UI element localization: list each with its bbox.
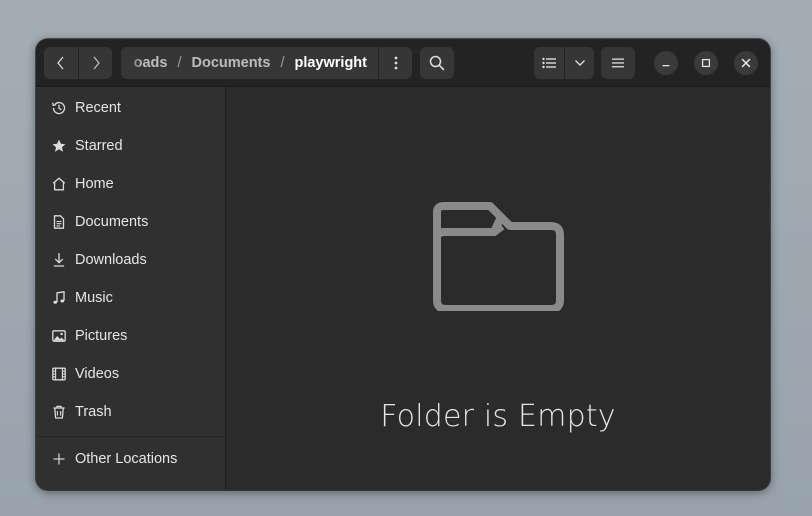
folder-icon	[433, 202, 564, 311]
sidebar-item-videos[interactable]: Videos	[44, 357, 218, 391]
main-menu-button[interactable]	[601, 47, 635, 79]
clock-icon	[50, 99, 68, 117]
chevron-right-icon	[93, 56, 100, 70]
sidebar-item-downloads[interactable]: Downloads	[44, 243, 218, 277]
search-button[interactable]	[420, 47, 454, 79]
home-icon	[50, 175, 68, 193]
maximize-icon	[701, 58, 711, 68]
chevron-down-icon	[575, 60, 585, 66]
trash-icon	[50, 403, 68, 421]
sidebar-item-label: Pictures	[75, 328, 128, 344]
sidebar-item-music[interactable]: Music	[44, 281, 218, 315]
sidebar-item-documents[interactable]: Documents	[44, 205, 218, 239]
sidebar-divider	[36, 436, 225, 437]
file-manager-window: oads / Documents / playwright Recent Sta…	[36, 39, 770, 490]
list-view-icon	[542, 57, 556, 69]
crumb-separator: /	[177, 55, 182, 71]
breadcrumb: oads / Documents / playwright	[132, 47, 377, 79]
view-options-dropdown[interactable]	[565, 47, 595, 79]
hamburger-icon	[612, 58, 624, 68]
empty-folder-label: Folder is Empty	[380, 399, 616, 434]
chevron-left-icon	[57, 56, 64, 70]
view-toggle-group	[534, 47, 594, 79]
minimize-icon	[662, 65, 670, 67]
maximize-button[interactable]	[694, 51, 718, 75]
sidebar-item-home[interactable]: Home	[44, 167, 218, 201]
crumb-playwright[interactable]: playwright	[292, 55, 377, 71]
download-icon	[50, 251, 68, 269]
picture-icon	[50, 327, 68, 345]
minimize-button[interactable]	[654, 51, 678, 75]
sidebar-item-label: Downloads	[75, 252, 147, 268]
film-icon	[50, 365, 68, 383]
sidebar-item-starred[interactable]: Starred	[44, 129, 218, 163]
vertical-dots-icon	[394, 56, 397, 70]
path-crumbs-viewport: oads / Documents / playwright	[121, 47, 377, 79]
sidebar-item-pictures[interactable]: Pictures	[44, 319, 218, 353]
search-icon	[429, 55, 445, 71]
close-icon	[741, 58, 751, 68]
sidebar-item-recent[interactable]: Recent	[44, 91, 218, 125]
sidebar-item-label: Starred	[75, 138, 123, 154]
sidebar-item-label: Other Locations	[75, 451, 178, 467]
sidebar-item-label: Videos	[75, 366, 120, 382]
path-bar: oads / Documents / playwright	[121, 47, 412, 79]
sidebar-item-label: Home	[75, 176, 114, 192]
path-menu-button[interactable]	[378, 47, 412, 79]
sidebar-item-other-locations[interactable]: Other Locations	[44, 442, 218, 476]
back-button[interactable]	[44, 47, 78, 79]
sidebar-item-label: Trash	[75, 404, 112, 420]
sidebar-item-label: Recent	[75, 100, 121, 116]
headerbar: oads / Documents / playwright	[36, 39, 770, 87]
plus-icon	[50, 450, 68, 468]
path-fade	[121, 47, 143, 79]
document-icon	[50, 213, 68, 231]
sidebar-item-trash[interactable]: Trash	[44, 395, 218, 429]
navigation-buttons	[44, 47, 112, 79]
close-button[interactable]	[734, 51, 758, 75]
sidebar-item-label: Documents	[75, 214, 149, 230]
music-note-icon	[50, 289, 68, 307]
crumb-separator: /	[280, 55, 285, 71]
sidebar: Recent Starred Home Documents Downloads	[36, 87, 226, 490]
forward-button[interactable]	[79, 47, 113, 79]
sidebar-item-label: Music	[75, 290, 113, 306]
crumb-documents[interactable]: Documents	[189, 55, 272, 71]
star-icon	[50, 137, 68, 155]
list-view-button[interactable]	[534, 47, 564, 79]
file-view: Folder is Empty	[226, 87, 770, 490]
